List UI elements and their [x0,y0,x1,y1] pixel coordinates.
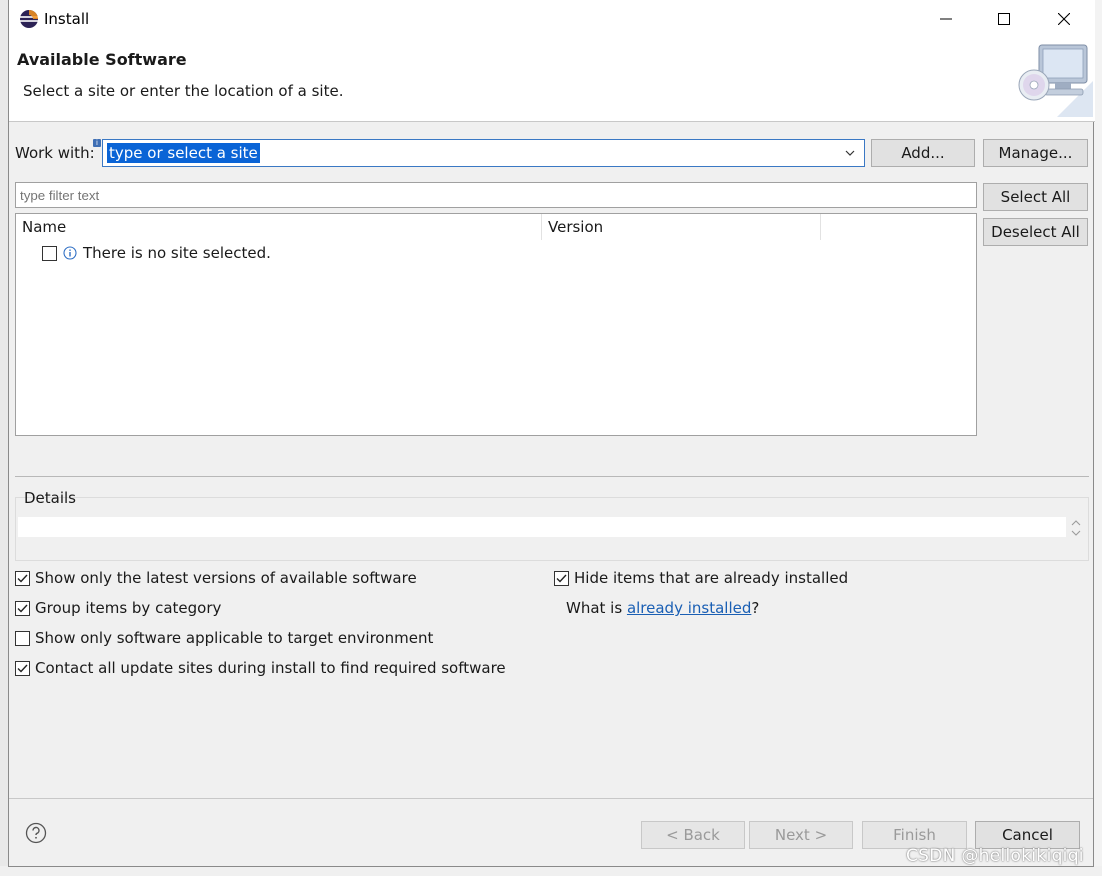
checkmark-icon [17,604,28,613]
column-header-name[interactable]: Name [16,214,542,240]
minimize-icon [940,18,952,20]
finish-button[interactable]: Finish [862,821,967,849]
option-latest-versions-label: Show only the latest versions of availab… [35,569,417,587]
footer-separator [9,798,1093,799]
work-with-value[interactable]: type or select a site [107,143,260,163]
checkmark-icon [556,574,567,583]
work-with-combo[interactable]: type or select a site [102,139,865,167]
install-monitor-cd-icon [1017,41,1093,117]
checkmark-icon [17,664,28,673]
page-subtitle: Select a site or enter the location of a… [23,82,344,100]
back-button[interactable]: < Back [641,821,745,849]
deselect-all-button[interactable]: Deselect All [983,218,1088,246]
cancel-button[interactable]: Cancel [975,821,1080,849]
close-button[interactable] [1035,0,1093,38]
option-contact-update-sites[interactable]: Contact all update sites during install … [15,658,506,678]
option-group-by-category[interactable]: Group items by category [15,598,221,618]
checkmark-icon [17,574,28,583]
row-text: There is no site selected. [83,244,271,262]
next-button[interactable]: Next > [749,821,853,849]
page-title: Available Software [17,50,187,69]
option-contact-update-sites-label: Contact all update sites during install … [35,659,506,677]
help-icon[interactable] [25,822,47,844]
table-row[interactable]: There is no site selected. [42,244,271,262]
window-title: Install [44,10,90,28]
details-text[interactable] [18,517,1066,537]
column-header-version[interactable]: Version [542,214,821,240]
background-window-edge [1094,0,1102,876]
checkbox-group-by-category[interactable] [15,600,30,616]
work-with-label: Work with: [15,144,95,162]
watermark: CSDN @hellokikiqiqi [906,846,1084,866]
select-all-button[interactable]: Select All [983,183,1088,211]
info-icon [63,246,77,260]
row-checkbox[interactable] [42,245,57,261]
eclipse-icon [19,9,39,29]
minimize-button[interactable] [917,0,975,38]
details-scroll-arrows-icon[interactable] [1070,518,1082,538]
option-hide-installed[interactable]: Hide items that are already installed [554,568,848,588]
option-target-environment[interactable]: Show only software applicable to target … [15,628,433,648]
close-icon [1058,13,1070,25]
checkbox-hide-installed[interactable] [554,570,569,586]
add-site-button[interactable]: Add... [871,139,975,167]
installed-query: What is already installed? [566,598,759,618]
checkbox-contact-update-sites[interactable] [15,660,30,676]
separator [15,476,1089,477]
option-hide-installed-label: Hide items that are already installed [574,569,849,587]
already-installed-link[interactable]: already installed [627,599,751,617]
installed-query-prefix: What is [566,599,627,617]
maximize-button[interactable] [975,0,1033,38]
chevron-down-icon[interactable] [843,146,857,160]
installed-query-suffix: ? [751,599,760,617]
title-bar: Install [9,0,1095,38]
maximize-icon [998,13,1010,25]
option-group-by-category-label: Group items by category [35,599,222,617]
option-latest-versions[interactable]: Show only the latest versions of availab… [15,568,417,588]
manage-sites-button[interactable]: Manage... [983,139,1088,167]
checkbox-target-environment[interactable] [15,630,30,646]
filter-input[interactable] [15,182,977,208]
wizard-header: Available Software Select a site or ente… [9,38,1095,122]
checkbox-latest-versions[interactable] [15,570,30,586]
option-target-environment-label: Show only software applicable to target … [35,629,434,647]
background-window-edge-bottom [0,866,1102,876]
info-decoration-icon: i [93,139,101,147]
software-tree-table[interactable]: Name Version There is no site selected. [15,213,977,436]
details-group: Details [15,489,1089,561]
install-dialog: Install Available Software Select a site… [8,0,1095,867]
details-label: Details [24,489,77,507]
